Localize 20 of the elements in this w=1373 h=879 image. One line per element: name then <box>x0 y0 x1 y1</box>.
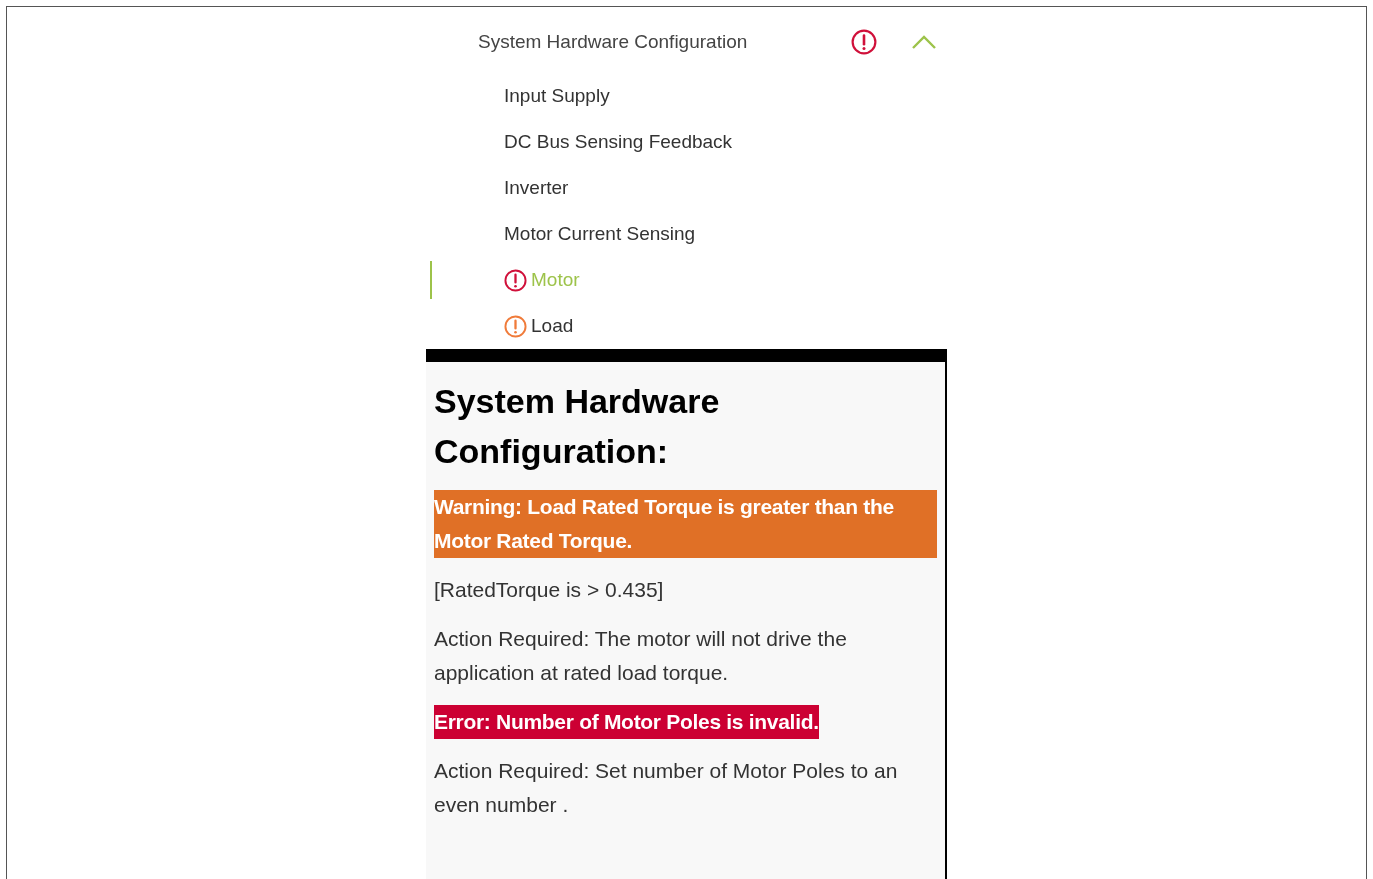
section-header[interactable]: System Hardware Configuration <box>430 22 950 62</box>
chevron-icon[interactable] <box>911 34 937 50</box>
nav-item[interactable]: Motor Current Sensing <box>430 211 950 257</box>
nav-item-label: Motor <box>531 269 580 291</box>
nav-item-label: Inverter <box>504 177 569 199</box>
nav-item-label: Load <box>531 315 574 337</box>
error-message: Error: Number of Motor Poles is invalid. <box>434 705 819 739</box>
nav-item-label: Motor Current Sensing <box>504 223 696 245</box>
nav-item-label: Input Supply <box>504 85 610 107</box>
nav-item[interactable]: Inverter <box>430 165 950 211</box>
nav-item[interactable]: DC Bus Sensing Feedback <box>430 119 950 165</box>
nav-item[interactable]: Input Supply <box>430 73 950 119</box>
panel-title: System Hardware Configuration: <box>434 381 721 472</box>
message-text: [RatedTorque is > 0.435] <box>434 577 665 603</box>
section-title: System Hardware Configuration <box>478 31 749 53</box>
warning-message: Warning: Load Rated Torque is greater than the Motor Rated Torque. <box>434 490 937 558</box>
nav-item-label: DC Bus Sensing Feedback <box>504 131 733 153</box>
message-text: Action Required: The motor will not drive the application at rated load torque. <box>434 626 848 686</box>
message-text: Action Required: Set number of Motor Poles to an even number . <box>434 758 899 818</box>
nav-item[interactable]: Load <box>430 303 950 349</box>
